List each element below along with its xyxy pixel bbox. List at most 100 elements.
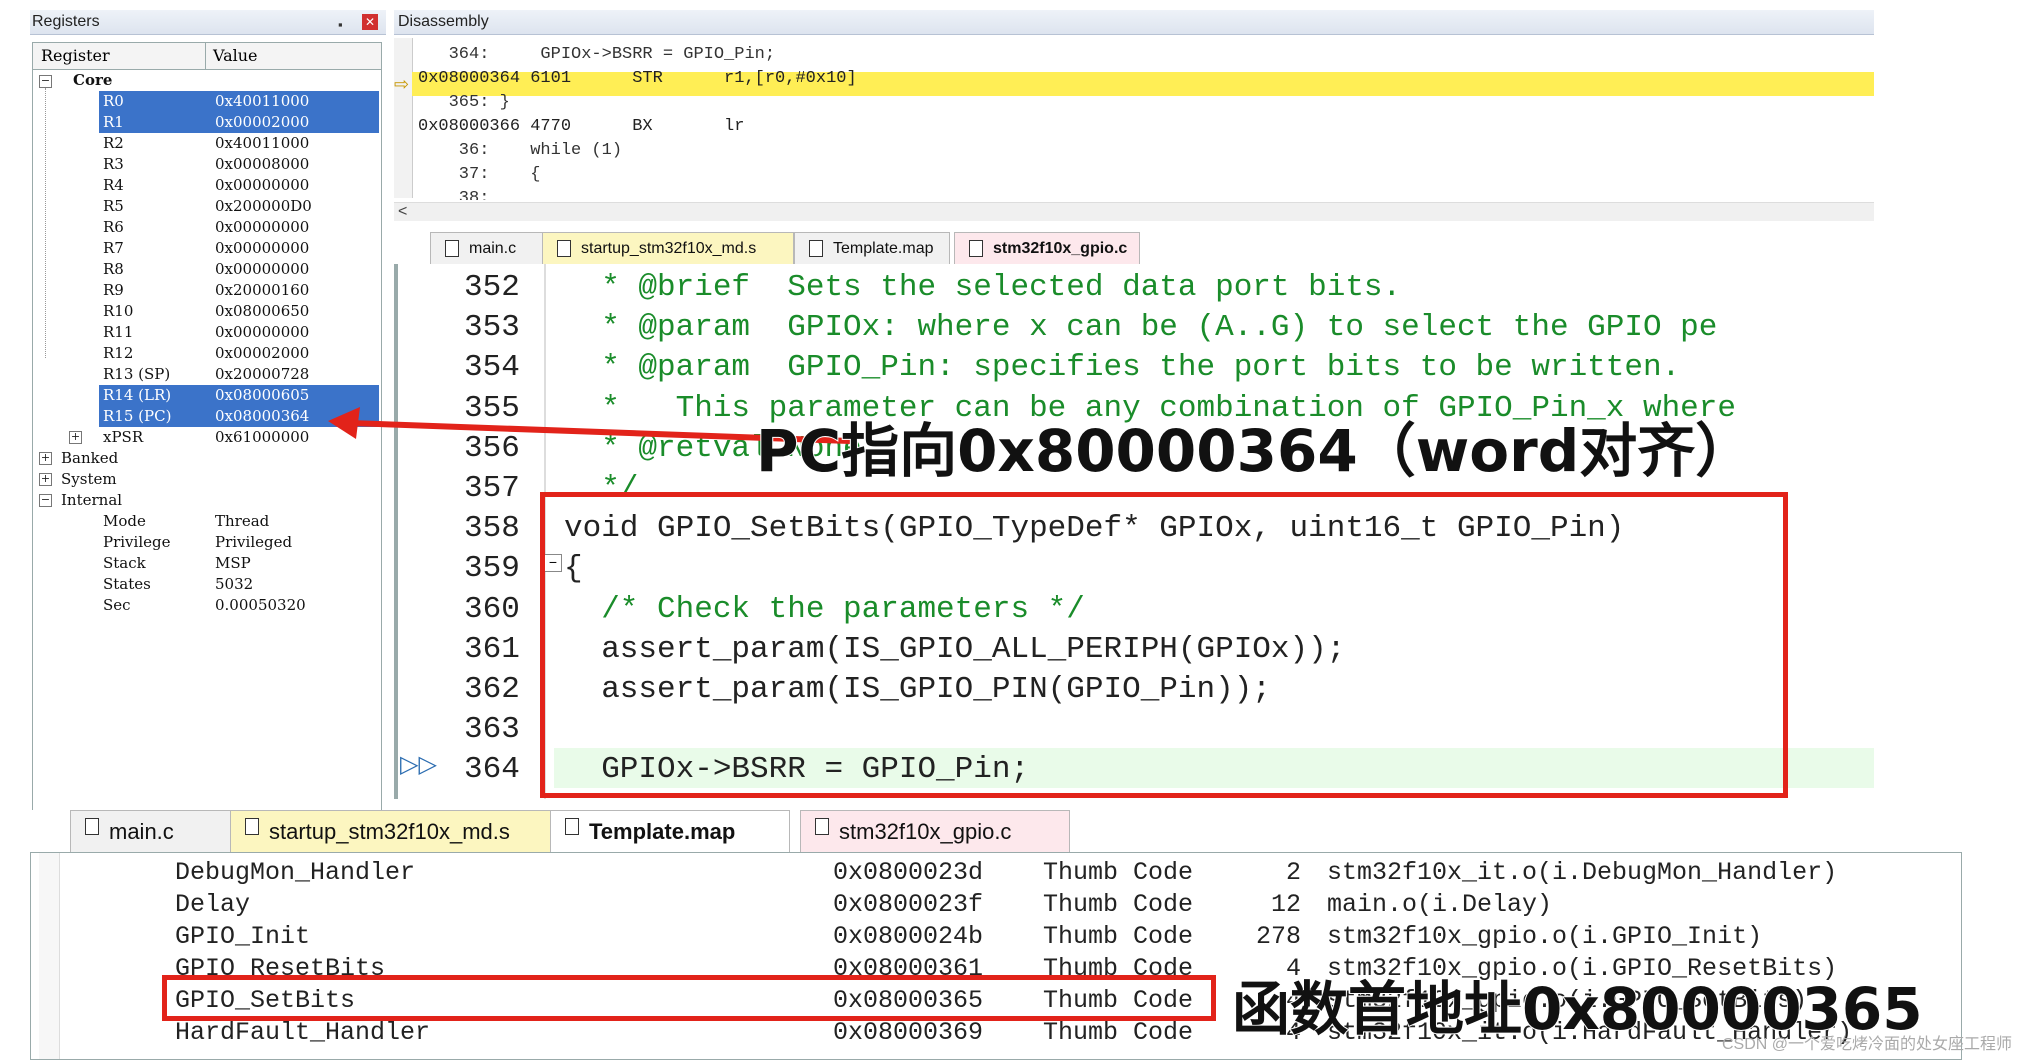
register-row[interactable]: R4 0x00000000 — [33, 175, 381, 196]
disassembly-title: Disassembly — [398, 13, 489, 30]
code-line[interactable]: * @param GPIO_Pin: specifies the port bi… — [564, 348, 1680, 388]
internal-name: Sec — [103, 596, 131, 614]
line-number: 353 — [464, 310, 520, 346]
register-name: R15 (PC) — [103, 407, 172, 425]
register-row[interactable]: R11 0x00000000 — [33, 322, 381, 343]
internal-row[interactable]: Mode Thread — [33, 511, 381, 532]
map-obj: main.o(i.Delay) — [1327, 890, 1553, 919]
tab-template-map[interactable]: Template.map — [550, 810, 790, 852]
register-name: R5 — [103, 197, 124, 215]
map-type: Thumb Code — [1043, 922, 1194, 951]
register-row[interactable]: R0 0x40011000 — [33, 91, 381, 112]
map-symbol: HardFault_Handler — [175, 1018, 431, 1047]
register-value: 0x08000650 — [215, 302, 310, 320]
editor-tab-bar: main.c startup_stm32f10x_md.s Template.map… — [394, 230, 1874, 265]
internal-value: 5032 — [215, 575, 254, 593]
register-name: R14 (LR) — [103, 386, 172, 404]
group-label-system[interactable]: System — [61, 469, 117, 490]
internal-name: States — [103, 575, 151, 593]
code-line[interactable]: * @param GPIOx: where x can be (A..G) to… — [564, 308, 1717, 348]
disassembly-line[interactable]: 0x08000366 4770 BX lr — [418, 116, 744, 138]
tab-stm32f10x-gpio-c[interactable]: stm32f10x_gpio.c — [954, 232, 1140, 264]
disassembly-line[interactable]: 365: } — [418, 92, 510, 114]
expand-banked-icon[interactable]: + — [39, 452, 52, 465]
column-divider[interactable] — [205, 43, 206, 69]
register-row[interactable]: R13 (SP) 0x20000728 — [33, 364, 381, 385]
map-type: Thumb Code — [1043, 858, 1194, 887]
col-value[interactable]: Value — [213, 46, 258, 65]
expand-xpsr-icon[interactable]: + — [69, 431, 82, 444]
line-number: 360 — [464, 591, 520, 627]
expand-system-icon[interactable]: + — [39, 473, 52, 486]
disassembly-line[interactable]: 0x08000364 6101 STR r1,[r0,#0x10] — [418, 68, 857, 90]
register-row[interactable]: R8 0x00000000 — [33, 259, 381, 280]
register-value: 0x00002000 — [215, 344, 310, 362]
register-row[interactable]: R9 0x20000160 — [33, 280, 381, 301]
line-number: 358 — [464, 511, 520, 547]
internal-value: Thread — [215, 512, 270, 530]
collapse-core-icon[interactable]: − — [39, 75, 52, 88]
register-row[interactable]: R12 0x00002000 — [33, 343, 381, 364]
disassembly-lines: 364: GPIOx->BSRR = GPIO_Pin; 0x08000364 6… — [394, 40, 1874, 200]
tab-template-map[interactable]: Template.map — [794, 232, 950, 264]
bottom-tab-bar: main.c startup_stm32f10x_md.s Template.map… — [30, 808, 1960, 852]
pin-icon[interactable]: ▪ — [338, 13, 352, 32]
map-entry-highlight-box — [162, 975, 1216, 1021]
internal-row[interactable]: Stack MSP — [33, 553, 381, 574]
tab-label: startup_stm32f10x_md.s — [269, 819, 510, 844]
tab-startup-stm32f10x-md-s[interactable]: startup_stm32f10x_md.s — [230, 810, 560, 852]
register-value: 0x61000000 — [215, 428, 310, 446]
group-label-internal[interactable]: Internal — [61, 490, 122, 511]
register-value: 0x08000364 — [215, 407, 310, 425]
group-label-banked[interactable]: Banked — [61, 448, 118, 469]
register-row[interactable]: R10 0x08000650 — [33, 301, 381, 322]
disassembly-line[interactable]: 38: — [418, 188, 490, 200]
line-number: 362 — [464, 672, 520, 707]
close-icon[interactable]: ✕ — [362, 14, 378, 30]
internal-row[interactable]: Sec 0.00050320 — [33, 595, 381, 616]
registers-title-bar: Registers ▪ ✕ — [30, 10, 386, 35]
register-row[interactable]: R1 0x00002000 — [33, 112, 381, 133]
col-register[interactable]: Register — [41, 46, 110, 65]
register-row[interactable]: R5 0x200000D0 — [33, 196, 381, 217]
tab-label: main.c — [469, 240, 517, 257]
file-icon — [565, 818, 579, 835]
register-name: R11 — [103, 323, 134, 341]
tab-stm32f10x-gpio-c[interactable]: stm32f10x_gpio.c — [800, 810, 1070, 852]
tab-main-c[interactable]: main.c — [430, 232, 558, 264]
line-number: 363 — [464, 712, 520, 748]
disassembly-line[interactable]: 364: GPIOx->BSRR = GPIO_Pin; — [418, 44, 775, 66]
map-type: Thumb Code — [1043, 890, 1194, 919]
map-size: 278 — [1255, 922, 1301, 951]
internal-value: MSP — [215, 554, 251, 572]
map-addr: 0x08000369 — [833, 1018, 984, 1047]
disassembly-line[interactable]: 36: while (1) — [418, 140, 622, 162]
disassembly-title-bar: Disassembly — [394, 10, 1874, 35]
tab-startup-stm32f10x-md-s[interactable]: startup_stm32f10x_md.s — [542, 232, 794, 264]
register-name: R8 — [103, 260, 124, 278]
horizontal-scrollbar[interactable]: < — [394, 202, 1874, 221]
map-size: 2 — [1285, 858, 1301, 887]
internal-row[interactable]: States 5032 — [33, 574, 381, 595]
tab-main-c[interactable]: main.c — [70, 810, 250, 852]
register-value: 0x00000000 — [215, 260, 310, 278]
register-name: R4 — [103, 176, 124, 194]
code-line[interactable]: * @brief Sets the selected data port bit… — [564, 268, 1401, 308]
register-value: 0x20000160 — [215, 281, 310, 299]
register-name: R6 — [103, 218, 124, 236]
core-group-label[interactable]: Core — [73, 70, 112, 91]
register-row[interactable]: R2 0x40011000 — [33, 133, 381, 154]
expand-internal-icon[interactable]: − — [39, 494, 52, 507]
scroll-left-icon[interactable]: < — [398, 203, 407, 221]
internal-row[interactable]: Privilege Privileged — [33, 532, 381, 553]
register-row[interactable]: R7 0x00000000 — [33, 238, 381, 259]
internal-name: Mode — [103, 512, 146, 530]
map-size: 12 — [1270, 890, 1301, 919]
disassembly-line[interactable]: 37: { — [418, 164, 541, 186]
register-row[interactable]: R6 0x00000000 — [33, 217, 381, 238]
register-row[interactable]: R3 0x00008000 — [33, 154, 381, 175]
registers-title: Registers — [32, 13, 100, 30]
register-value: 0x00008000 — [215, 155, 310, 173]
line-number: 352 — [464, 270, 520, 305]
tab-label: Template.map — [833, 240, 934, 257]
